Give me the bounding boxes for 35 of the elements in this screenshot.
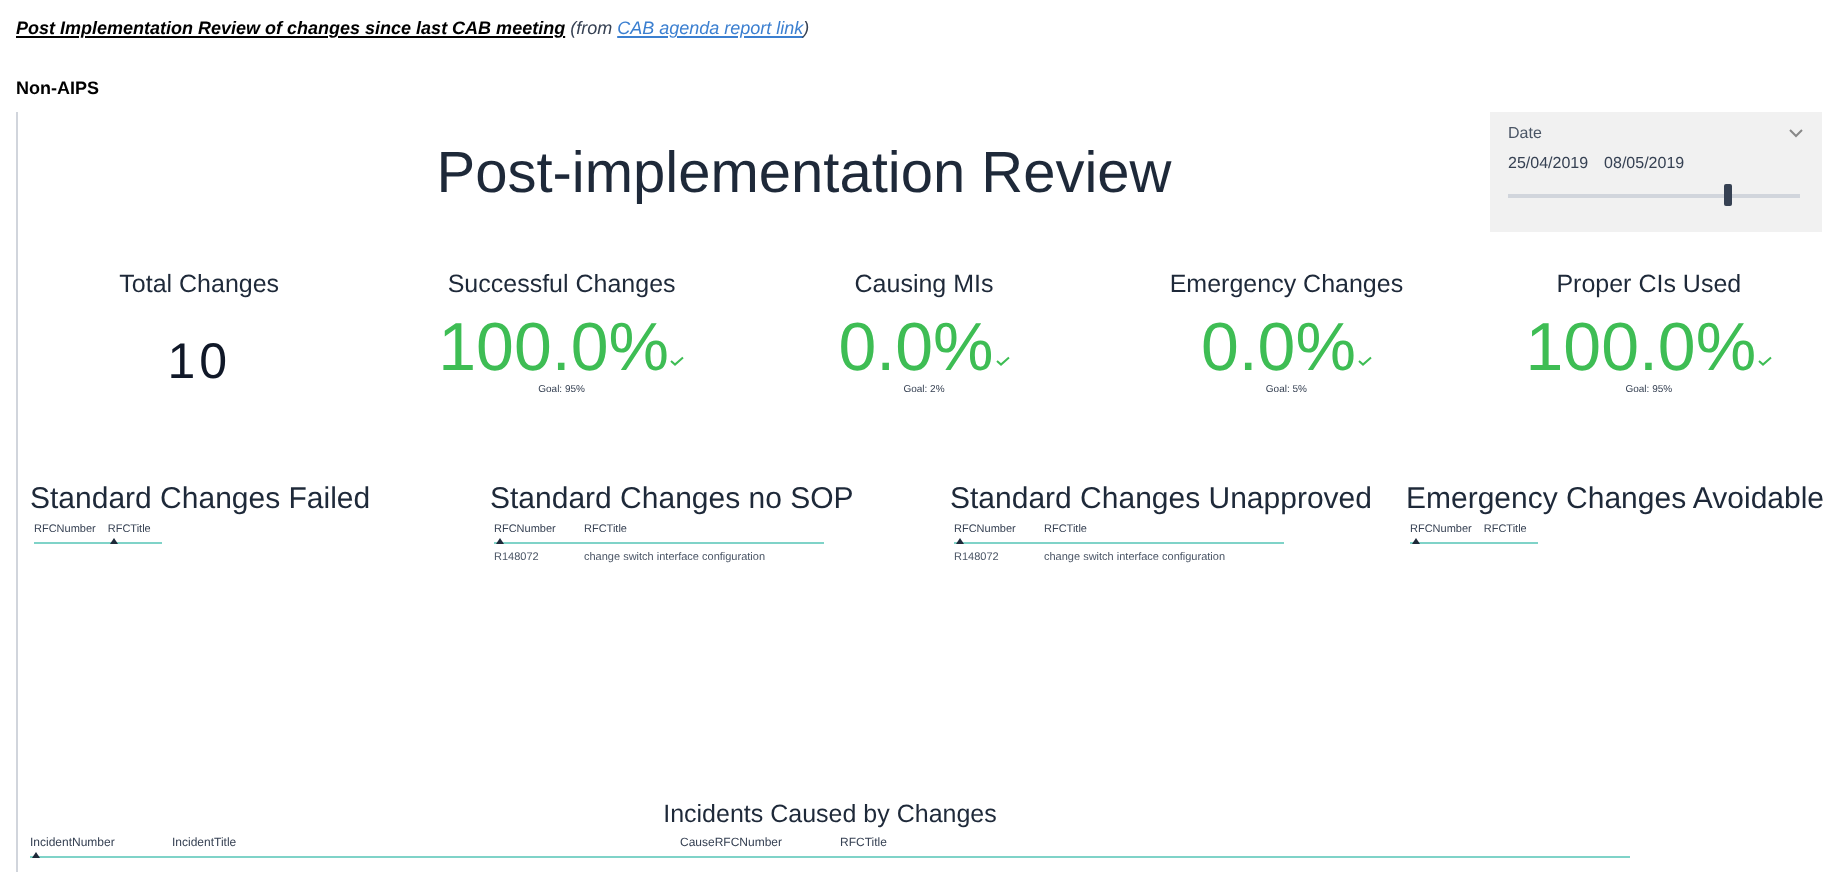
report-title: Post-implementation Review [436,139,1172,209]
table-title: Standard Changes Failed [30,479,373,520]
date-slicer[interactable]: Date 25/04/2019 08/05/2019 [1490,111,1822,231]
check-icon [995,356,1010,367]
kpi-label: Emergency Changes [1169,267,1404,302]
page-heading: Post Implementation Review of changes since last CAB meeting [16,18,566,38]
check-icon [1758,356,1773,367]
sort-indicator-icon [496,537,504,543]
kpi-value: 0.0% [1200,314,1356,383]
kpi-value: 0.0% [838,314,994,383]
kpi-label: Successful Changes [447,267,676,302]
sort-indicator-icon [109,537,118,543]
report-link[interactable]: CAB agenda report link [617,18,804,38]
check-icon [1357,356,1372,367]
kpi-label: Total Changes [119,267,280,302]
table-title: Incidents Caused by Changes [661,797,999,832]
sort-indicator-icon [32,852,40,859]
check-icon [670,356,685,367]
table-title: Standard Changes Unapproved [950,479,1374,520]
chevron-icon[interactable] [1788,128,1804,138]
end-date[interactable]: 08/05/2019 [1604,151,1685,175]
section-label: Non-AIPS [16,76,101,102]
kpi-value: 10 [167,332,231,395]
table-title: Emergency Changes Avoidable [1406,479,1826,520]
kpi-value: 100.0% [438,314,669,383]
kpi-value: 100.0% [1525,314,1757,383]
kpi-label: Causing MIs [854,267,994,302]
source-note: (from CAB agenda report link) [570,18,810,38]
slicer-label: Date [1508,121,1542,145]
kpi-label: Proper CIs Used [1556,267,1742,302]
sort-indicator-icon [1412,537,1420,543]
start-date[interactable]: 25/04/2019 [1508,151,1589,175]
sort-indicator-icon [956,537,964,543]
slider-thumb[interactable] [1723,183,1731,205]
table-title: Standard Changes no SOP [490,479,856,520]
